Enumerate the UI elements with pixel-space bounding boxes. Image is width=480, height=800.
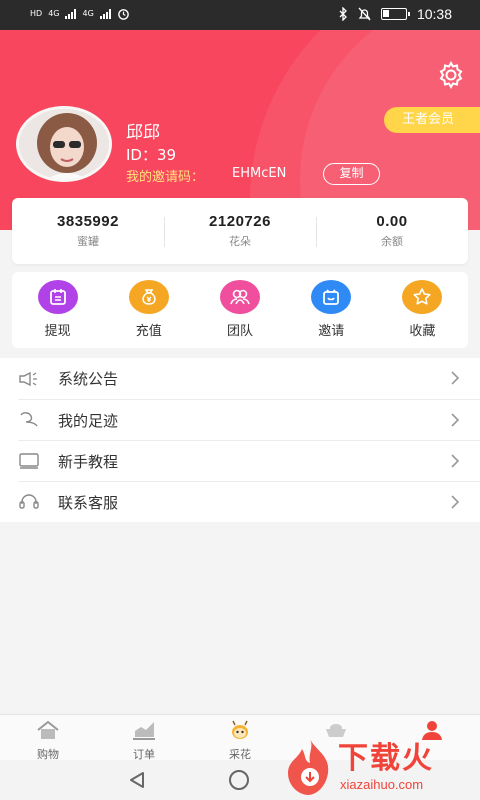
action-label: 团队 xyxy=(227,324,254,339)
headset-icon xyxy=(18,492,42,512)
chevron-right-icon xyxy=(451,454,460,468)
tab-shopping[interactable]: 购物 xyxy=(0,715,96,761)
quick-actions: 提现 充值 团队 邀请 收藏 xyxy=(12,272,468,348)
stats-card: 3835992 蜜罐 2120726 花朵 0.00 余额 xyxy=(12,198,468,264)
network-tag: 4G xyxy=(48,9,60,18)
watermark-title: 下载火 xyxy=(338,741,434,776)
status-bar: HD 4G 4G 10:38 xyxy=(0,0,480,30)
invite-code: EHMcEN xyxy=(232,166,287,181)
stat-value: 3835992 xyxy=(57,213,119,230)
mute-bell-icon xyxy=(358,7,371,21)
tab-collect-flowers[interactable]: 采花 xyxy=(192,715,288,761)
money-bag-icon xyxy=(128,280,169,314)
chevron-right-icon xyxy=(451,413,460,427)
menu-item-announcement[interactable]: 系统公告 xyxy=(0,358,480,399)
avatar[interactable] xyxy=(16,106,112,182)
star-icon xyxy=(402,280,443,314)
chevron-right-icon xyxy=(451,495,460,509)
team-icon xyxy=(220,280,260,314)
menu-label: 联系客服 xyxy=(58,493,119,512)
withdraw-icon xyxy=(37,280,78,314)
action-recharge[interactable]: 充值 xyxy=(103,272,194,348)
action-label: 充值 xyxy=(135,324,162,339)
alarm-icon xyxy=(117,9,129,20)
action-favorites[interactable]: 收藏 xyxy=(377,272,468,348)
signal-icon xyxy=(65,8,77,19)
action-invite[interactable]: 邀请 xyxy=(286,272,377,348)
stat-label: 花朵 xyxy=(229,235,251,248)
hd-tag: HD xyxy=(30,9,43,18)
vip-badge[interactable]: 王者会员 xyxy=(384,107,480,133)
status-right: 10:38 xyxy=(338,6,452,22)
stat-value: 2120726 xyxy=(209,213,271,230)
back-triangle-icon[interactable] xyxy=(127,770,147,790)
chart-icon xyxy=(133,722,155,740)
chevron-right-icon xyxy=(451,371,460,385)
signal-icon-2 xyxy=(99,8,111,19)
menu-label: 系统公告 xyxy=(58,370,119,388)
action-label: 邀请 xyxy=(318,324,345,339)
network-tag-2: 4G xyxy=(82,9,94,18)
stat-label: 蜜罐 xyxy=(77,235,99,248)
tutorial-icon xyxy=(18,451,42,471)
stat-label: 余额 xyxy=(381,235,403,248)
home-icon xyxy=(37,720,59,739)
stat-value: 0.00 xyxy=(376,213,408,230)
stat-honeypot[interactable]: 3835992 蜜罐 xyxy=(12,213,164,249)
home-circle-icon[interactable] xyxy=(229,770,249,790)
watermark-url: xiazaihuo.com xyxy=(340,777,424,792)
menu-item-tutorial[interactable]: 新手教程 xyxy=(18,440,480,481)
avatar-photo xyxy=(19,109,109,179)
stat-balance[interactable]: 0.00 余额 xyxy=(316,213,468,249)
watermark: 下载火 xiazaihuo.com xyxy=(282,733,480,800)
menu-item-footprint[interactable]: 我的足迹 xyxy=(18,399,480,440)
tab-orders[interactable]: 订单 xyxy=(96,715,192,761)
status-left: HD 4G 4G xyxy=(30,7,130,20)
bluetooth-icon xyxy=(339,7,347,21)
action-team[interactable]: 团队 xyxy=(194,272,285,348)
menu-label: 新手教程 xyxy=(58,452,119,471)
bee-icon xyxy=(232,720,248,739)
invite-code-label: 我的邀请码： xyxy=(126,170,205,185)
action-withdraw[interactable]: 提现 xyxy=(12,272,103,348)
action-label: 收藏 xyxy=(409,324,436,339)
menu-label: 我的足迹 xyxy=(58,411,119,430)
action-label: 提现 xyxy=(44,324,71,339)
footprint-icon xyxy=(18,410,42,430)
user-id: ID：39 xyxy=(126,146,177,164)
settings-menu: 系统公告 我的足迹 新手教程 联系客服 xyxy=(0,358,480,522)
clock: 10:38 xyxy=(416,6,452,22)
invite-icon xyxy=(311,280,352,314)
menu-item-customer-service[interactable]: 联系客服 xyxy=(18,481,480,522)
announcement-icon xyxy=(18,369,42,389)
copy-button[interactable]: 复制 xyxy=(323,163,380,185)
battery-icon xyxy=(380,8,410,20)
settings-gear-icon[interactable] xyxy=(436,60,466,90)
flame-logo-icon xyxy=(288,739,329,795)
user-name: 邱邱 xyxy=(126,123,160,143)
stat-flowers[interactable]: 2120726 花朵 xyxy=(164,213,316,249)
